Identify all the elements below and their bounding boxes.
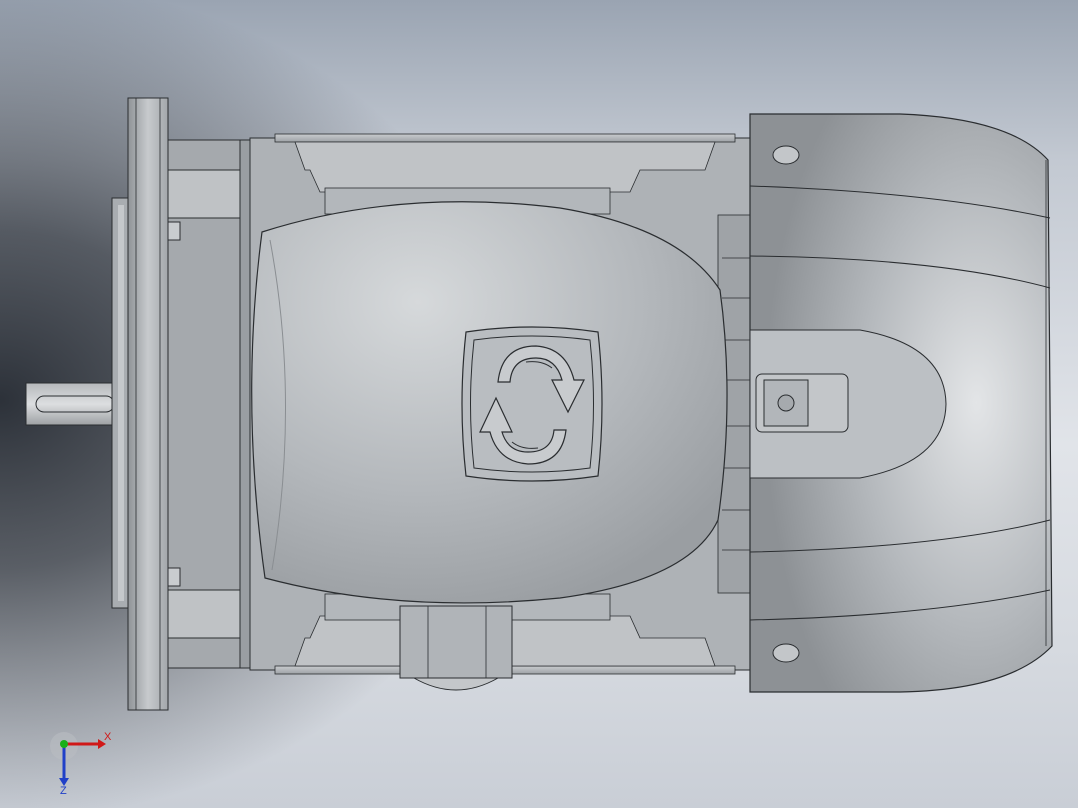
screw-bottom[interactable]	[772, 643, 800, 663]
z-axis-label: Z	[60, 785, 67, 796]
cable-gland[interactable]	[399, 605, 513, 691]
x-axis-label: X	[104, 731, 112, 743]
y-axis-icon	[60, 740, 68, 748]
coordinate-triad: X Z	[50, 731, 112, 796]
motor-model[interactable]	[0, 0, 1078, 808]
motor-shaft[interactable]	[25, 382, 117, 426]
nameplate-clip[interactable]	[755, 373, 849, 433]
graphics-viewport[interactable]	[0, 0, 1078, 808]
rotation-direction-icon	[461, 326, 603, 482]
mounting-flange[interactable]	[127, 97, 169, 711]
end-shield[interactable]	[167, 139, 251, 669]
screw-top[interactable]	[772, 145, 800, 165]
